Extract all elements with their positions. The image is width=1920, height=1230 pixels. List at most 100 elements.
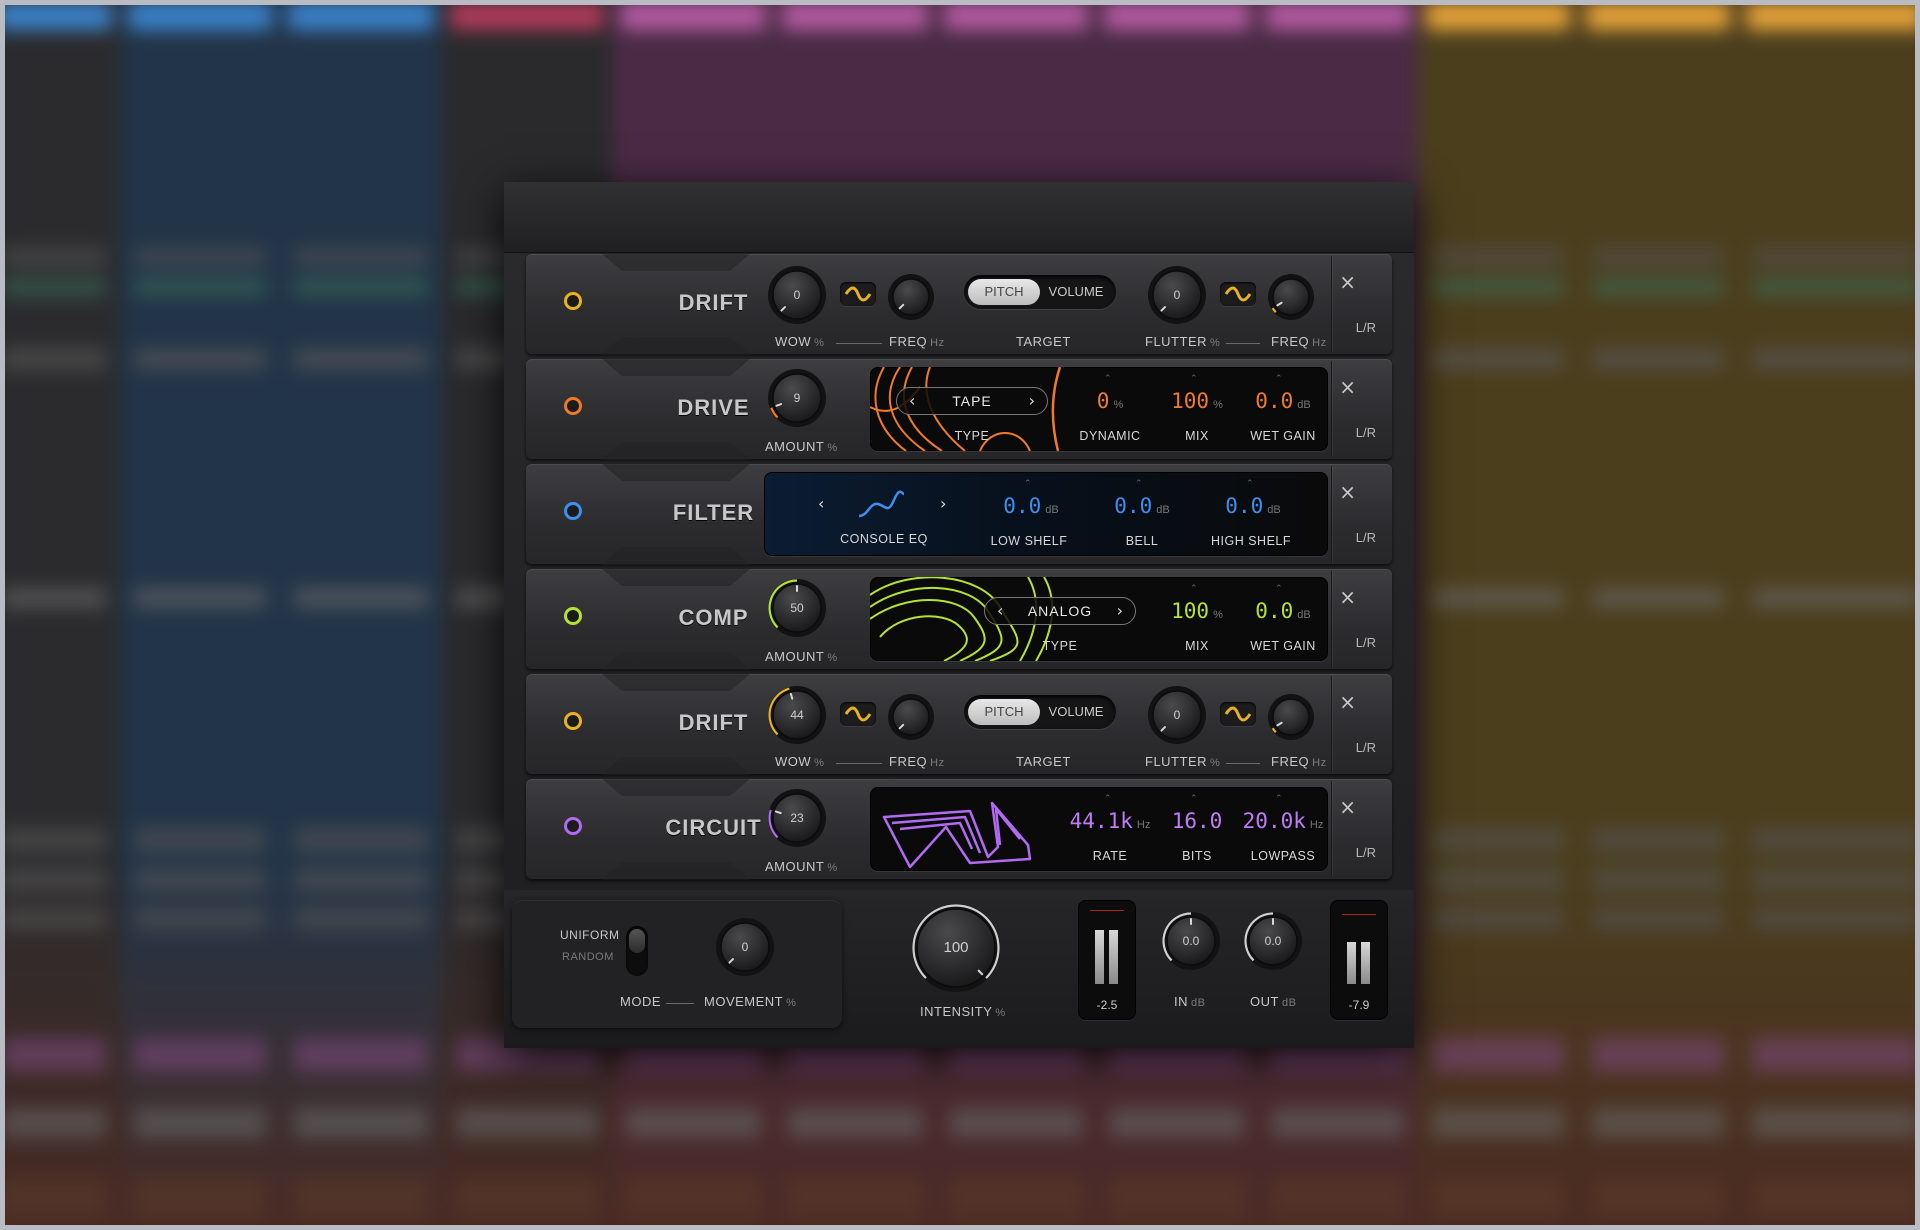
mix-value[interactable]: 100% xyxy=(1152,599,1242,623)
flutter-lfo-shape-button[interactable] xyxy=(1220,702,1256,726)
dynamic-value[interactable]: 0% xyxy=(1070,389,1150,413)
sine-wave-icon xyxy=(844,286,872,302)
movement-label: MOVEMENT% xyxy=(704,994,797,1009)
knob-graphic xyxy=(1268,694,1314,740)
flutter-freq-knob[interactable] xyxy=(1266,692,1316,742)
flutter-knob[interactable]: 0 xyxy=(1146,264,1208,326)
module-drive: DRIVE 9 AMOUNT% ‹ TAPE › TYPE ⌃ 0 % DYNA… xyxy=(526,358,1392,460)
mode-random-option[interactable]: RANDOM xyxy=(562,951,614,963)
intensity-label: INTENSITY% xyxy=(920,1004,1006,1019)
power-button[interactable] xyxy=(564,292,582,310)
flutter-label: FLUTTER% xyxy=(1145,754,1221,769)
mix-value[interactable]: 100% xyxy=(1152,389,1242,413)
chevron-up-icon[interactable]: ⌃ xyxy=(1275,585,1283,594)
close-icon[interactable]: × xyxy=(1339,797,1356,817)
wow-knob[interactable]: 44 xyxy=(766,684,828,746)
high-shelf-value[interactable]: 0.0 dB xyxy=(1208,494,1298,518)
chevron-up-icon[interactable]: ⌃ xyxy=(1190,375,1198,384)
channel-mode-button[interactable]: L/R xyxy=(1356,320,1376,335)
power-button[interactable] xyxy=(564,607,582,625)
close-icon[interactable]: × xyxy=(1339,272,1356,292)
mode-uniform-option[interactable]: UNIFORM xyxy=(560,928,620,942)
sine-wave-icon xyxy=(1224,706,1252,722)
chevron-up-icon[interactable]: ⌃ xyxy=(1104,375,1112,384)
flutter-knob[interactable]: 0 xyxy=(1146,684,1208,746)
comp-type-selector[interactable]: ‹ ANALOG › xyxy=(984,597,1136,625)
target-pitch-option[interactable]: PITCH xyxy=(968,279,1040,305)
chevron-up-icon[interactable]: ⌃ xyxy=(1190,795,1198,804)
target-volume-option[interactable]: VOLUME xyxy=(1040,699,1112,725)
chevron-right-icon[interactable]: › xyxy=(1029,388,1035,414)
mixer-strip xyxy=(280,0,445,1230)
wow-freq-knob[interactable] xyxy=(886,272,936,322)
module-comp: COMP 50 AMOUNT% ‹ ANALOG › TYPE ⌃ 100 % … xyxy=(526,568,1392,670)
target-label: TARGET xyxy=(1016,754,1071,769)
target-pitch-option[interactable]: PITCH xyxy=(968,699,1040,725)
knob-graphic xyxy=(1268,274,1314,320)
mode-switch[interactable] xyxy=(626,926,648,976)
amount-knob[interactable]: 50 xyxy=(766,577,828,639)
input-gain-knob[interactable]: 0.0 xyxy=(1160,910,1222,972)
lowpass-value[interactable]: 20.0k Hz xyxy=(1225,809,1328,833)
drive-type-selector[interactable]: ‹ TAPE › xyxy=(896,387,1048,415)
flutter-freq-label: FREQ Hz xyxy=(1271,334,1327,349)
chevron-up-icon[interactable]: ⌃ xyxy=(1275,375,1283,384)
wow-freq-knob[interactable] xyxy=(886,692,936,742)
sine-wave-icon xyxy=(1224,286,1252,302)
chevron-up-icon[interactable]: ⌃ xyxy=(1275,795,1283,804)
target-toggle[interactable]: PITCH VOLUME xyxy=(964,275,1116,309)
target-volume-option[interactable]: VOLUME xyxy=(1040,279,1112,305)
channel-mode-button[interactable]: L/R xyxy=(1356,845,1376,860)
comp-display: ‹ ANALOG › TYPE ⌃ 100% MIX ⌃ 0.0 dB WET G… xyxy=(870,577,1328,661)
chevron-up-icon[interactable]: ⌃ xyxy=(1135,480,1143,489)
mode-label: MODE xyxy=(620,994,661,1009)
power-button[interactable] xyxy=(564,502,582,520)
chevron-left-icon[interactable]: ‹ xyxy=(818,494,824,513)
target-toggle[interactable]: PITCH VOLUME xyxy=(964,695,1116,729)
output-gain-knob[interactable]: 0.0 xyxy=(1242,910,1304,972)
chevron-right-icon[interactable]: › xyxy=(940,494,946,513)
close-icon[interactable]: × xyxy=(1339,587,1356,607)
mixer-strip xyxy=(1578,0,1741,1230)
close-icon[interactable]: × xyxy=(1339,377,1356,397)
sine-wave-icon xyxy=(844,706,872,722)
filter-type[interactable]: CONSOLE EQ xyxy=(824,532,944,546)
movement-knob[interactable]: 0 xyxy=(714,916,776,978)
wow-freq-label: FREQ Hz xyxy=(889,754,945,769)
module-drift-1: DRIFT 0 WOW% FREQ Hz PITCH VOLUME TARGET … xyxy=(526,253,1392,355)
amount-knob[interactable]: 9 xyxy=(766,367,828,429)
power-button[interactable] xyxy=(564,712,582,730)
flutter-lfo-shape-button[interactable] xyxy=(1220,282,1256,306)
power-button[interactable] xyxy=(564,817,582,835)
module-drift-2: DRIFT 44 WOW% FREQ Hz PITCH VOLUME TARGET… xyxy=(526,673,1392,775)
chevron-up-icon[interactable]: ⌃ xyxy=(1104,795,1112,804)
chevron-up-icon[interactable]: ⌃ xyxy=(1024,480,1032,489)
wow-knob[interactable]: 0 xyxy=(766,264,828,326)
chevron-up-icon[interactable]: ⌃ xyxy=(1190,585,1198,594)
low-shelf-value[interactable]: 0.0 dB xyxy=(986,494,1076,518)
knob-graphic xyxy=(888,274,934,320)
channel-mode-button[interactable]: L/R xyxy=(1356,740,1376,755)
flutter-label: FLUTTER% xyxy=(1145,334,1221,349)
flutter-freq-knob[interactable] xyxy=(1266,272,1316,322)
amount-label: AMOUNT% xyxy=(765,859,838,874)
mixer-strip xyxy=(1738,0,1920,1230)
plugin-window: DRIFT 0 WOW% FREQ Hz PITCH VOLUME TARGET … xyxy=(504,182,1414,1048)
wow-lfo-shape-button[interactable] xyxy=(840,282,876,306)
channel-mode-button[interactable]: L/R xyxy=(1356,635,1376,650)
intensity-knob[interactable]: 100 xyxy=(910,902,1002,994)
chevron-up-icon[interactable]: ⌃ xyxy=(1246,480,1254,489)
close-icon[interactable]: × xyxy=(1339,482,1356,502)
bell-value[interactable]: 0.0 dB xyxy=(1097,494,1187,518)
flutter-freq-label: FREQ Hz xyxy=(1271,754,1327,769)
wet-gain-value[interactable]: 0.0 dB xyxy=(1233,389,1328,413)
channel-mode-button[interactable]: L/R xyxy=(1356,425,1376,440)
wet-gain-value[interactable]: 0.0 dB xyxy=(1233,599,1328,623)
amount-knob[interactable]: 23 xyxy=(766,787,828,849)
power-button[interactable] xyxy=(564,397,582,415)
chevron-right-icon[interactable]: › xyxy=(1117,598,1123,624)
plugin-header-bar xyxy=(504,182,1414,253)
close-icon[interactable]: × xyxy=(1339,692,1356,712)
wow-lfo-shape-button[interactable] xyxy=(840,702,876,726)
channel-mode-button[interactable]: L/R xyxy=(1356,530,1376,545)
